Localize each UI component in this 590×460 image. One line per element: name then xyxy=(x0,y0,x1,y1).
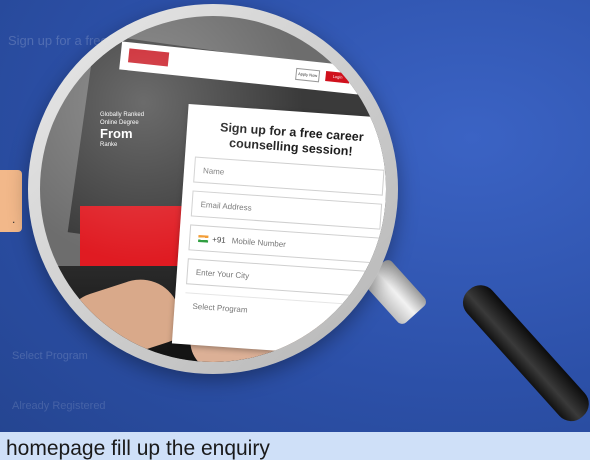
side-tab-dot: . xyxy=(12,212,16,226)
enquiry-form: Sign up for a free career counselling se… xyxy=(171,103,386,359)
hero-headline: From xyxy=(100,126,133,141)
magnifier-lens: Apply Now Login Globally Ranked Online D… xyxy=(40,16,386,362)
hero-text: Globally Ranked Online Degree From Ranke xyxy=(100,111,144,149)
hero-line1: Globally Ranked xyxy=(100,112,145,118)
mobile-input[interactable]: +91 Mobile Number xyxy=(188,224,380,264)
program-placeholder: Select Program xyxy=(192,301,248,315)
email-input[interactable]: Email Address xyxy=(190,190,383,230)
country-code[interactable]: +91 xyxy=(212,235,226,245)
city-input[interactable]: Enter Your City xyxy=(186,258,378,298)
india-flag-icon xyxy=(197,235,209,244)
caption-bar: homepage fill up the enquiry xyxy=(0,432,590,460)
chevron-down-icon: ▾ xyxy=(361,313,367,323)
apply-now-button[interactable]: Apply Now xyxy=(295,67,321,83)
login-button[interactable]: Login xyxy=(325,71,351,84)
name-input[interactable]: Name xyxy=(193,156,385,196)
background-ghost-registered: Already Registered xyxy=(12,400,106,412)
program-select[interactable]: Select Program ▾ xyxy=(183,292,376,332)
hero-subline: Ranke xyxy=(100,142,118,148)
mobile-placeholder: Mobile Number xyxy=(231,236,287,250)
caption-text: homepage fill up the enquiry xyxy=(6,437,270,460)
university-logo xyxy=(127,48,170,67)
side-tab: . xyxy=(0,170,22,232)
form-title: Sign up for a free career counselling se… xyxy=(219,120,365,159)
